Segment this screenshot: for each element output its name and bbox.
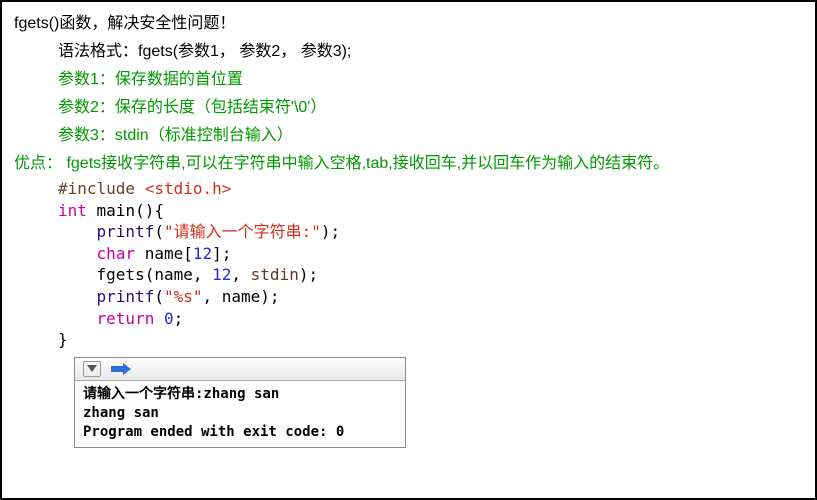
code-line-close: } [58, 329, 815, 351]
code-line-fgets: fgets(name, 12, stdin); [58, 264, 815, 286]
keyword-int: int [58, 201, 87, 220]
code-line-char: char name[12]; [58, 243, 815, 265]
include-header: <stdio.h> [145, 179, 232, 198]
code-line-printf2: printf("%s", name); [58, 286, 815, 308]
keyword-char: char [97, 244, 136, 263]
console-toolbar [75, 358, 405, 381]
console-output-line: zhang san [83, 404, 397, 423]
console-panel: 请输入一个字符串:zhang san zhang san Program end… [74, 357, 406, 449]
run-arrow-icon[interactable] [111, 363, 131, 375]
main-signature: main(){ [87, 201, 164, 220]
document-page: fgets()函数，解决安全性问题！ 语法格式：fgets(参数1， 参数2， … [0, 0, 817, 500]
keyword-return: return [97, 309, 155, 328]
title-line: fgets()函数，解决安全性问题！ [2, 10, 815, 38]
console-output-line: Program ended with exit code: 0 [83, 423, 397, 442]
param3-line: 参数3：stdin（标准控制台输入） [2, 122, 815, 150]
number-literal: 12 [212, 265, 231, 284]
string-literal: "请输入一个字符串:" [164, 222, 321, 241]
fn-printf: printf [97, 222, 155, 241]
number-literal: 0 [164, 309, 174, 328]
code-line-main: int main(){ [58, 200, 815, 222]
code-line-printf1: printf("请输入一个字符串:"); [58, 221, 815, 243]
stdin-identifier: stdin [251, 265, 299, 284]
advantage-line: 优点： fgets接收字符串,可以在字符串中输入空格,tab,接收回车,并以回车… [2, 150, 815, 178]
param1-line: 参数1：保存数据的首位置 [2, 66, 815, 94]
console-output-line: 请输入一个字符串:zhang san [83, 385, 397, 404]
console-body: 请输入一个字符串:zhang san zhang san Program end… [75, 381, 405, 448]
param2-line: 参数2：保存的长度（包括结束符'\0'） [2, 94, 815, 122]
include-directive: #include [58, 179, 145, 198]
string-literal: "%s" [164, 287, 203, 306]
code-line-return: return 0; [58, 308, 815, 330]
syntax-line: 语法格式：fgets(参数1， 参数2， 参数3); [2, 38, 815, 66]
code-block: #include <stdio.h> int main(){ printf("请… [2, 178, 815, 351]
disclosure-triangle-icon[interactable] [83, 361, 101, 377]
code-line-include: #include <stdio.h> [58, 178, 815, 200]
fn-printf: printf [97, 287, 155, 306]
number-literal: 12 [193, 244, 212, 263]
